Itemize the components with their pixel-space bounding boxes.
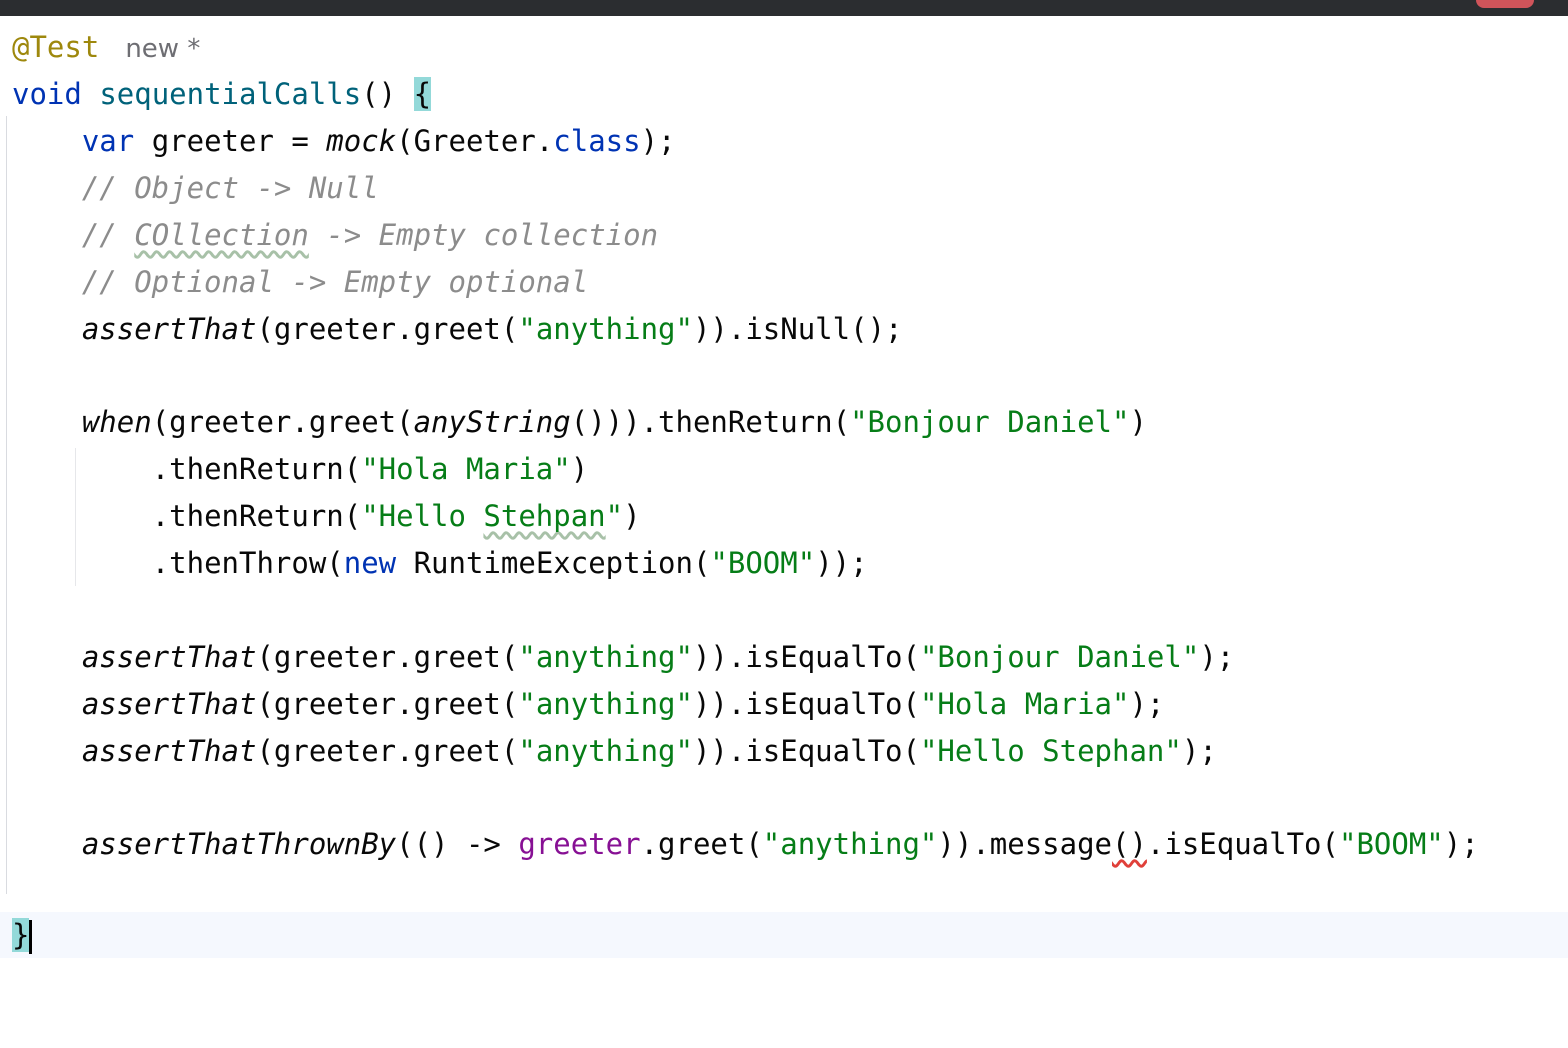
string-literal: "Bonjour Daniel" bbox=[850, 405, 1130, 439]
string-literal: "anything" bbox=[518, 687, 693, 721]
string-literal: " bbox=[605, 499, 624, 533]
code-text: (greeter.greet( bbox=[256, 312, 519, 346]
static-call: mock bbox=[326, 124, 397, 158]
code-line[interactable]: var greeter = mock(Greeter.class); bbox=[12, 121, 676, 161]
code-text: RuntimeException( bbox=[396, 546, 711, 580]
comment-text: // Optional -> Empty optional bbox=[81, 265, 589, 299]
code-text: ); bbox=[640, 124, 676, 158]
string-literal: "BOOM" bbox=[710, 546, 816, 580]
typo-word: Stehpan bbox=[483, 499, 606, 533]
code-editor[interactable]: @Test new * void sequentialCalls() { var … bbox=[0, 16, 1568, 1048]
code-text: (greeter.greet( bbox=[151, 405, 414, 439]
string-literal: "BOOM" bbox=[1338, 827, 1444, 861]
code-text: )).message bbox=[937, 827, 1112, 861]
text-caret bbox=[29, 920, 33, 954]
method-name: sequentialCalls bbox=[99, 77, 362, 111]
string-literal: "Hola Maria" bbox=[919, 687, 1130, 721]
static-call: assertThat bbox=[81, 734, 257, 768]
code-text: ) bbox=[623, 499, 641, 533]
keyword: var bbox=[81, 124, 135, 158]
code-comment[interactable]: // Object -> Null bbox=[12, 168, 379, 208]
captured-variable: greeter bbox=[518, 827, 641, 861]
code-text: ); bbox=[1443, 827, 1479, 861]
static-call: when bbox=[81, 405, 152, 439]
code-text: (() -> bbox=[396, 827, 519, 861]
code-text: ) bbox=[1129, 405, 1147, 439]
error-highlight[interactable]: () bbox=[1112, 827, 1147, 861]
code-text: (greeter.greet( bbox=[256, 640, 519, 674]
code-line-annotation[interactable]: @Test new * bbox=[12, 27, 200, 67]
string-literal: "Hello Stephan" bbox=[919, 734, 1182, 768]
string-literal: "anything" bbox=[518, 734, 693, 768]
code-line[interactable]: assertThat(greeter.greet("anything")).is… bbox=[12, 637, 1234, 677]
code-text: (greeter.greet( bbox=[256, 734, 519, 768]
code-line[interactable]: .thenReturn("Hello Stehpan") bbox=[12, 496, 641, 536]
usage-hint[interactable]: new * bbox=[125, 34, 200, 64]
code-text: (greeter.greet( bbox=[256, 687, 519, 721]
keyword: class bbox=[553, 124, 641, 158]
typo-word: COllection bbox=[134, 218, 309, 252]
keyword: void bbox=[12, 77, 82, 111]
code-line[interactable]: assertThatThrownBy(() -> greeter.greet("… bbox=[12, 824, 1479, 864]
code-line-method-declaration[interactable]: void sequentialCalls() { bbox=[12, 74, 432, 114]
indent-guide bbox=[6, 116, 7, 894]
code-text: (Greeter. bbox=[396, 124, 554, 158]
string-literal: "anything" bbox=[762, 827, 938, 861]
code-text: .greet( bbox=[640, 827, 763, 861]
comment-text: // bbox=[81, 218, 135, 252]
code-line[interactable]: .thenThrow(new RuntimeException("BOOM"))… bbox=[12, 543, 868, 583]
matched-brace-open: { bbox=[413, 77, 432, 111]
comment-text: // Object -> Null bbox=[81, 171, 379, 205]
code-line[interactable]: assertThat(greeter.greet("anything")).is… bbox=[12, 309, 903, 349]
string-literal: "Hola Maria" bbox=[361, 452, 571, 486]
code-text: .thenReturn( bbox=[151, 452, 362, 486]
code-text: ); bbox=[1199, 640, 1235, 674]
code-text: )); bbox=[815, 546, 868, 580]
code-text: )).isEqualTo( bbox=[692, 640, 920, 674]
code-text: ); bbox=[1181, 734, 1217, 768]
static-call: anyString bbox=[413, 405, 571, 439]
code-line[interactable]: when(greeter.greet(anyString())).thenRet… bbox=[12, 402, 1147, 442]
code-text: () bbox=[361, 77, 414, 111]
string-literal: "anything" bbox=[518, 640, 693, 674]
close-button[interactable] bbox=[1476, 0, 1534, 8]
static-call: assertThat bbox=[81, 312, 257, 346]
string-literal: "Hello bbox=[361, 499, 484, 533]
code-text: .isEqualTo( bbox=[1146, 827, 1339, 861]
window-title-bar bbox=[0, 0, 1568, 16]
matched-brace-close: } bbox=[12, 918, 30, 952]
code-text: )).isEqualTo( bbox=[692, 734, 920, 768]
string-literal: "anything" bbox=[518, 312, 693, 346]
static-call: assertThat bbox=[81, 687, 257, 721]
code-text: )).isEqualTo( bbox=[692, 687, 920, 721]
code-text: .thenThrow( bbox=[151, 546, 344, 580]
current-line-highlight bbox=[0, 912, 1568, 958]
code-text: ) bbox=[570, 452, 589, 486]
code-line[interactable]: .thenReturn("Hola Maria") bbox=[12, 449, 589, 489]
code-text: )).isNull(); bbox=[692, 312, 903, 346]
code-line[interactable]: assertThat(greeter.greet("anything")).is… bbox=[12, 731, 1217, 771]
code-text: ); bbox=[1129, 687, 1165, 721]
code-text: greeter = bbox=[134, 124, 327, 158]
keyword: new bbox=[343, 546, 397, 580]
code-text: .thenReturn( bbox=[151, 499, 362, 533]
annotation: @Test bbox=[12, 30, 100, 64]
static-call: assertThat bbox=[81, 640, 257, 674]
code-comment[interactable]: // Optional -> Empty optional bbox=[12, 262, 588, 302]
static-call: assertThatThrownBy bbox=[81, 827, 397, 861]
code-comment[interactable]: // COllection -> Empty collection bbox=[12, 215, 658, 255]
code-line[interactable]: assertThat(greeter.greet("anything")).is… bbox=[12, 684, 1165, 724]
code-text: ())).thenReturn( bbox=[570, 405, 851, 439]
comment-text: -> Empty collection bbox=[308, 218, 659, 252]
code-line-closing[interactable]: } bbox=[12, 915, 33, 955]
string-literal: "Bonjour Daniel" bbox=[919, 640, 1200, 674]
